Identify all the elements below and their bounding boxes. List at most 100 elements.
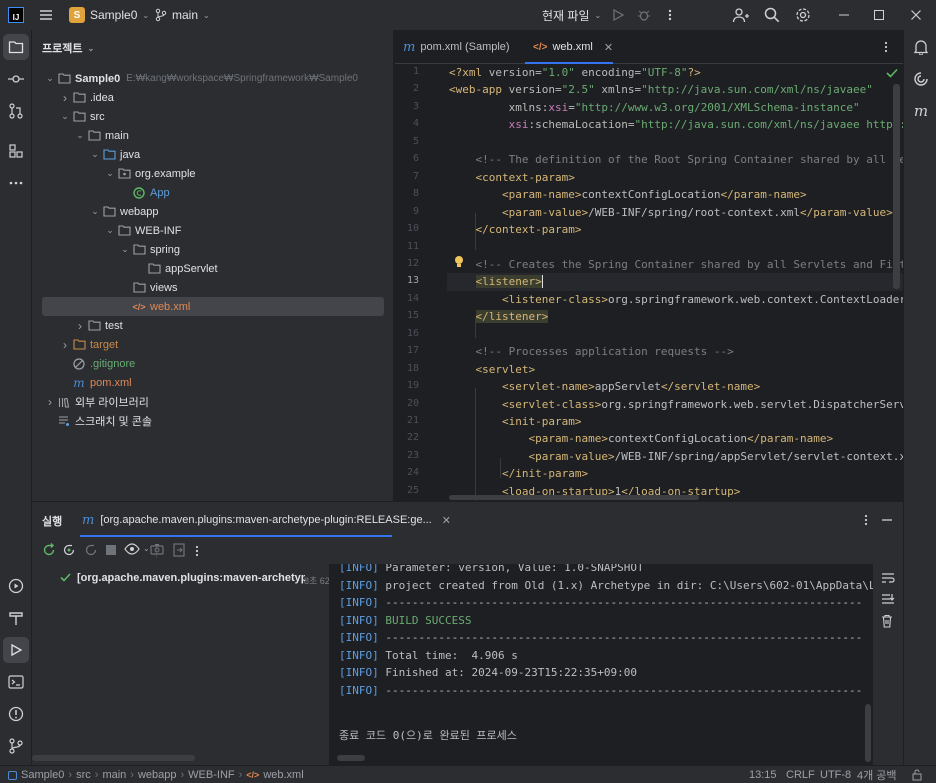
run-tree-item[interactable]: [org.apache.maven.plugins:maven-archetyp bbox=[77, 572, 305, 584]
rerun-debug-icon[interactable] bbox=[84, 543, 98, 557]
tree-item[interactable]: </> web.xml bbox=[42, 297, 384, 316]
tree-item[interactable]: m pom.xml bbox=[42, 373, 384, 392]
code-line[interactable]: </context-param> bbox=[449, 223, 582, 236]
breadcrumb-item[interactable]: WEB-INF bbox=[188, 769, 234, 781]
services-tool-button[interactable] bbox=[3, 573, 29, 599]
vertical-scrollbar[interactable] bbox=[893, 84, 900, 289]
tree-item[interactable]: ⌄ webapp bbox=[42, 202, 384, 221]
run-config-tab[interactable]: m [org.apache.maven.plugins:maven-archet… bbox=[82, 502, 451, 538]
scroll-to-end-icon[interactable] bbox=[881, 593, 895, 605]
soft-wrap-icon[interactable] bbox=[881, 572, 895, 584]
chevron-right-icon[interactable]: › bbox=[74, 316, 86, 335]
minimize-panel-icon[interactable] bbox=[881, 513, 893, 527]
project-tool-button[interactable] bbox=[3, 34, 29, 60]
stop-icon[interactable] bbox=[105, 544, 117, 556]
indent-setting[interactable]: 4개 공백 bbox=[857, 766, 897, 783]
view-eye-icon[interactable] bbox=[124, 543, 140, 555]
close-tab-icon[interactable]: ✕ bbox=[604, 41, 613, 54]
project-selector[interactable]: S Sample0 ⌄ bbox=[69, 0, 149, 30]
code-line[interactable]: <!-- Processes application requests --> bbox=[449, 345, 734, 358]
caret-position[interactable]: 13:15 bbox=[749, 766, 777, 783]
run-config-selector[interactable]: 현재 파일 ⌄ bbox=[542, 0, 601, 30]
tree-item[interactable]: 스크래치 및 콘솔 bbox=[42, 411, 384, 430]
pull-requests-tool-button[interactable] bbox=[3, 98, 29, 124]
tree-item[interactable]: ⌄ org.example bbox=[42, 164, 384, 183]
rerun-failed-icon[interactable] bbox=[62, 543, 76, 557]
intention-bulb-icon[interactable] bbox=[454, 255, 464, 268]
breadcrumb-item[interactable]: src bbox=[76, 769, 91, 781]
commit-tool-button[interactable] bbox=[3, 66, 29, 92]
maximize-window-icon[interactable] bbox=[873, 0, 885, 30]
chevron-down-icon[interactable]: ⌄ bbox=[104, 221, 116, 240]
breadcrumb-item[interactable]: main bbox=[102, 769, 126, 781]
terminal-tool-button[interactable] bbox=[3, 669, 29, 695]
code-line[interactable]: </init-param> bbox=[449, 467, 588, 480]
minimize-window-icon[interactable] bbox=[838, 0, 850, 30]
chevron-down-icon[interactable]: ⌄ bbox=[104, 164, 116, 183]
tree-item[interactable]: .gitignore bbox=[42, 354, 384, 373]
close-window-icon[interactable] bbox=[910, 0, 922, 30]
debug-icon[interactable] bbox=[637, 0, 651, 30]
horizontal-scrollbar[interactable] bbox=[449, 495, 699, 500]
code-line[interactable]: <param-name>contextConfigLocation</param… bbox=[449, 188, 807, 201]
tree-item[interactable]: › target bbox=[42, 335, 384, 354]
chevron-right-icon[interactable]: › bbox=[59, 88, 71, 107]
chevron-down-icon[interactable]: ⌄ bbox=[74, 126, 86, 145]
settings-gear-icon[interactable] bbox=[795, 0, 811, 30]
rerun-icon[interactable] bbox=[42, 543, 56, 557]
console-output[interactable]: [INFO] Parameter: version, Value: 1.0-SN… bbox=[329, 564, 873, 765]
code-line[interactable]: <!-- The definition of the Root Spring C… bbox=[449, 153, 904, 166]
run-icon[interactable] bbox=[611, 0, 625, 30]
lock-icon[interactable] bbox=[911, 766, 923, 783]
code-line[interactable]: <param-value>/WEB-INF/spring/appServlet/… bbox=[449, 450, 903, 463]
horizontal-scrollbar[interactable] bbox=[32, 755, 195, 761]
tree-item[interactable]: ⌄ java bbox=[42, 145, 384, 164]
code-line[interactable]: <!-- Creates the Spring Container shared… bbox=[449, 258, 904, 271]
code-line[interactable]: <web-app version="2.5" xmlns="http://jav… bbox=[449, 83, 873, 96]
tree-item[interactable]: views bbox=[42, 278, 384, 297]
run-tool-button[interactable] bbox=[3, 637, 29, 663]
tree-item[interactable]: ⌄ main bbox=[42, 126, 384, 145]
main-menu-icon[interactable] bbox=[38, 0, 54, 30]
tree-item[interactable]: App bbox=[42, 183, 384, 202]
chevron-down-icon[interactable]: ⌄ bbox=[89, 145, 101, 164]
code-line[interactable]: <listener-class>org.springframework.web.… bbox=[449, 293, 903, 306]
tree-item[interactable]: › 외부 라이브러리 bbox=[42, 392, 384, 411]
chevron-down-icon[interactable]: ⌄ bbox=[119, 240, 131, 259]
code-line[interactable]: <param-name>contextConfigLocation</param… bbox=[449, 432, 833, 445]
chevron-down-icon[interactable]: ⌄ bbox=[44, 69, 56, 88]
tree-item[interactable]: ⌄ spring bbox=[42, 240, 384, 259]
more-vertical-icon[interactable] bbox=[863, 513, 869, 527]
git-tool-button[interactable] bbox=[3, 733, 29, 759]
tree-item[interactable]: › .idea bbox=[42, 88, 384, 107]
code-line[interactable]: xsi:schemaLocation="http://java.sun.com/… bbox=[449, 118, 903, 131]
code-line[interactable]: xmlns:xsi="http://www.w3.org/2001/XMLSch… bbox=[449, 101, 860, 114]
chevron-down-icon[interactable]: ⌄ bbox=[89, 202, 101, 221]
maven-tool-button[interactable]: m bbox=[908, 98, 934, 124]
more-tools-button[interactable] bbox=[3, 170, 29, 196]
screenshot-camera-icon[interactable] bbox=[150, 543, 164, 555]
tab-actions-more-icon[interactable] bbox=[883, 40, 889, 54]
line-separator[interactable]: CRLF bbox=[786, 766, 815, 783]
add-user-icon[interactable] bbox=[732, 0, 750, 30]
tab-web-xml[interactable]: </> web.xml ✕ bbox=[533, 30, 613, 64]
branch-selector[interactable]: main ⌄ bbox=[155, 0, 210, 30]
breadcrumb-item[interactable]: webapp bbox=[138, 769, 177, 781]
tree-item[interactable]: ⌄ src bbox=[42, 107, 384, 126]
code-line[interactable]: <param-value>/WEB-INF/spring/root-contex… bbox=[449, 206, 893, 219]
project-panel-header[interactable]: 프로젝트 ⌄ bbox=[42, 40, 94, 56]
console-scrollbar[interactable] bbox=[865, 704, 871, 762]
chevron-right-icon[interactable]: › bbox=[44, 392, 56, 411]
tree-item[interactable]: › test bbox=[42, 316, 384, 335]
code-line[interactable]: <init-param> bbox=[449, 415, 581, 428]
breadcrumb-item[interactable]: web.xml bbox=[263, 769, 303, 781]
close-tab-icon[interactable]: ✕ bbox=[442, 514, 451, 527]
code-line[interactable]: <servlet> bbox=[449, 363, 536, 376]
build-tool-button[interactable] bbox=[3, 605, 29, 631]
code-line[interactable]: <listener> bbox=[449, 275, 543, 288]
code-line[interactable]: <?xml version="1.0" encoding="UTF-8"?> bbox=[449, 66, 701, 79]
code-line[interactable]: </listener> bbox=[449, 310, 549, 323]
console-horizontal-scrollbar[interactable] bbox=[337, 755, 365, 761]
chevron-down-icon[interactable]: ⌄ bbox=[59, 107, 71, 126]
tree-item[interactable]: ⌄ Sample0 E:₩kang₩workspace₩Springframewor… bbox=[42, 69, 384, 88]
